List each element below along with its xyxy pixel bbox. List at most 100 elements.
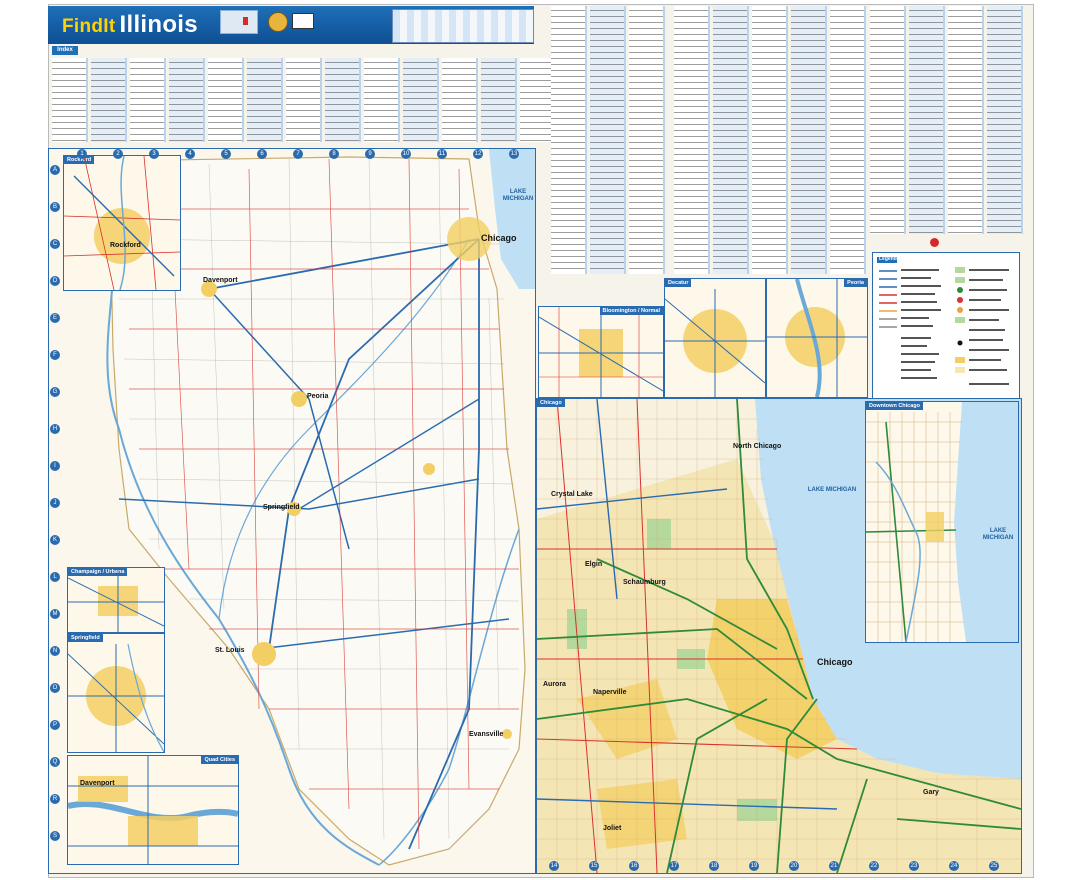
index-column: [247, 58, 283, 142]
grid-marker-14: 14: [549, 861, 559, 871]
map-title: FindIt Illinois: [62, 11, 198, 38]
grid-marker-J: J: [50, 498, 60, 508]
grid-marker-K: K: [50, 535, 60, 545]
grid-marker-8: 8: [329, 149, 339, 159]
grid-marker-3: 3: [149, 149, 159, 159]
index-panel-top-right-a: [674, 6, 866, 274]
grid-marker-Q: Q: [50, 757, 60, 767]
grid-marker-16: 16: [629, 861, 639, 871]
state-road-map[interactable]: LAKE MICHIGAN Chicago Springfield St. Lo…: [48, 148, 536, 874]
city-label-davenport[interactable]: Davenport: [203, 277, 238, 284]
grid-marker-13: 13: [509, 149, 519, 159]
chicago-metro-map[interactable]: Chicago LAKE MICHIGAN Chicago North Chic…: [536, 398, 1022, 874]
state-name: Illinois: [119, 11, 198, 38]
grid-marker-23: 23: [909, 861, 919, 871]
inset-quad-cities[interactable]: Quad Cities Davenport: [67, 755, 239, 865]
grid-marker-11: 11: [437, 149, 447, 159]
naperville-label[interactable]: Naperville: [593, 689, 626, 696]
grid-marker-6: 6: [257, 149, 267, 159]
inset-downtown-chicago[interactable]: Downtown Chicago LAKE MICHIGAN: [865, 401, 1019, 643]
grid-marker-D: D: [50, 276, 60, 286]
inset-title-bloomington: Bloomington / Normal: [599, 307, 663, 315]
index-column: [481, 58, 517, 142]
index-column: [987, 6, 1023, 234]
grid-marker-7: 7: [293, 149, 303, 159]
grid-marker-1: 1: [77, 149, 87, 159]
inset-title-chicago: Chicago: [537, 399, 565, 407]
joliet-label[interactable]: Joliet: [603, 825, 621, 832]
index-column: [52, 58, 88, 142]
elgin-label[interactable]: Elgin: [585, 561, 602, 568]
grid-marker-M: M: [50, 609, 60, 619]
grid-marker-C: C: [50, 239, 60, 249]
inset-quad-cities-drawing: [68, 756, 238, 864]
grid-marker-10: 10: [401, 149, 411, 159]
grid-marker-20: 20: [789, 861, 799, 871]
index-column: [442, 58, 478, 142]
index-column: [948, 6, 984, 234]
index-column: [674, 6, 710, 274]
grid-marker-22: 22: [869, 861, 879, 871]
chicago-lake-michigan-label: LAKE MICHIGAN: [807, 487, 857, 493]
crystal-lake-label[interactable]: Crystal Lake: [551, 491, 593, 498]
lake-michigan-label: LAKE MICHIGAN: [502, 189, 534, 202]
grid-marker-F: F: [50, 350, 60, 360]
inset-title-downtown-chicago: Downtown Chicago: [866, 402, 924, 410]
grid-marker-18: 18: [709, 861, 719, 871]
grid-marker-B: B: [50, 202, 60, 212]
north-chicago-label[interactable]: North Chicago: [733, 443, 781, 450]
us-locator-map: [220, 10, 258, 34]
city-label-peoria[interactable]: Peoria: [307, 393, 328, 400]
inset-springfield[interactable]: Springfield: [67, 633, 165, 753]
inset-decatur-drawing: [665, 289, 765, 397]
gary-label[interactable]: Gary: [923, 789, 939, 796]
inset-downtown-drawing: [866, 402, 1018, 642]
grid-marker-I: I: [50, 461, 60, 471]
inset-bloomington-drawing: [539, 307, 663, 397]
inset-champaign-drawing: [68, 568, 164, 632]
grid-marker-H: H: [50, 424, 60, 434]
grid-marker-E: E: [50, 313, 60, 323]
grid-marker-17: 17: [669, 861, 679, 871]
grid-marker-O: O: [50, 683, 60, 693]
inset-champaign-urbana[interactable]: Champaign / Urbana: [67, 567, 165, 633]
city-label-chicago[interactable]: Chicago: [481, 233, 517, 243]
state-seal-icon: [268, 12, 288, 32]
legend-symbols: [879, 267, 1009, 385]
inset-springfield-drawing: [68, 643, 164, 752]
index-column: [286, 58, 322, 142]
index-column: [169, 58, 205, 142]
index-column: [325, 58, 361, 142]
index-column: [208, 58, 244, 142]
inset-peoria[interactable]: Peoria: [766, 278, 868, 398]
publisher-logo-icon: [930, 237, 960, 249]
grid-marker-P: P: [50, 720, 60, 730]
grid-marker-A: A: [50, 165, 60, 175]
inset-rockford[interactable]: Rockford Rockford: [63, 155, 181, 291]
grid-marker-G: G: [50, 387, 60, 397]
index-column: [713, 6, 749, 274]
inset-quad-cities-city-label: Davenport: [80, 780, 115, 787]
schaumburg-label[interactable]: Schaumburg: [623, 579, 666, 586]
chicago-city-label[interactable]: Chicago: [817, 657, 853, 667]
aurora-label[interactable]: Aurora: [543, 681, 566, 688]
inset-decatur[interactable]: Decatur: [664, 278, 766, 398]
city-label-st-louis[interactable]: St. Louis: [215, 647, 245, 654]
city-label-evansville[interactable]: Evansville: [469, 731, 503, 738]
inset-rockford-drawing: [64, 156, 180, 290]
grid-marker-2: 2: [113, 149, 123, 159]
inset-bloomington-normal[interactable]: Bloomington / Normal: [538, 306, 664, 398]
index-panel-top-middle: [551, 6, 665, 274]
inset-title-decatur: Decatur: [665, 279, 692, 287]
index-panel-top-right-b: [870, 6, 1023, 234]
distance-chart: [392, 9, 534, 43]
index-column: [629, 6, 665, 274]
index-column: [364, 58, 400, 142]
index-column: [791, 6, 827, 274]
index-column: [403, 58, 439, 142]
index-column: [130, 58, 166, 142]
inset-title-peoria: Peoria: [844, 279, 867, 287]
index-column: [91, 58, 127, 142]
grid-marker-9: 9: [365, 149, 375, 159]
city-label-springfield[interactable]: Springfield: [263, 504, 300, 511]
